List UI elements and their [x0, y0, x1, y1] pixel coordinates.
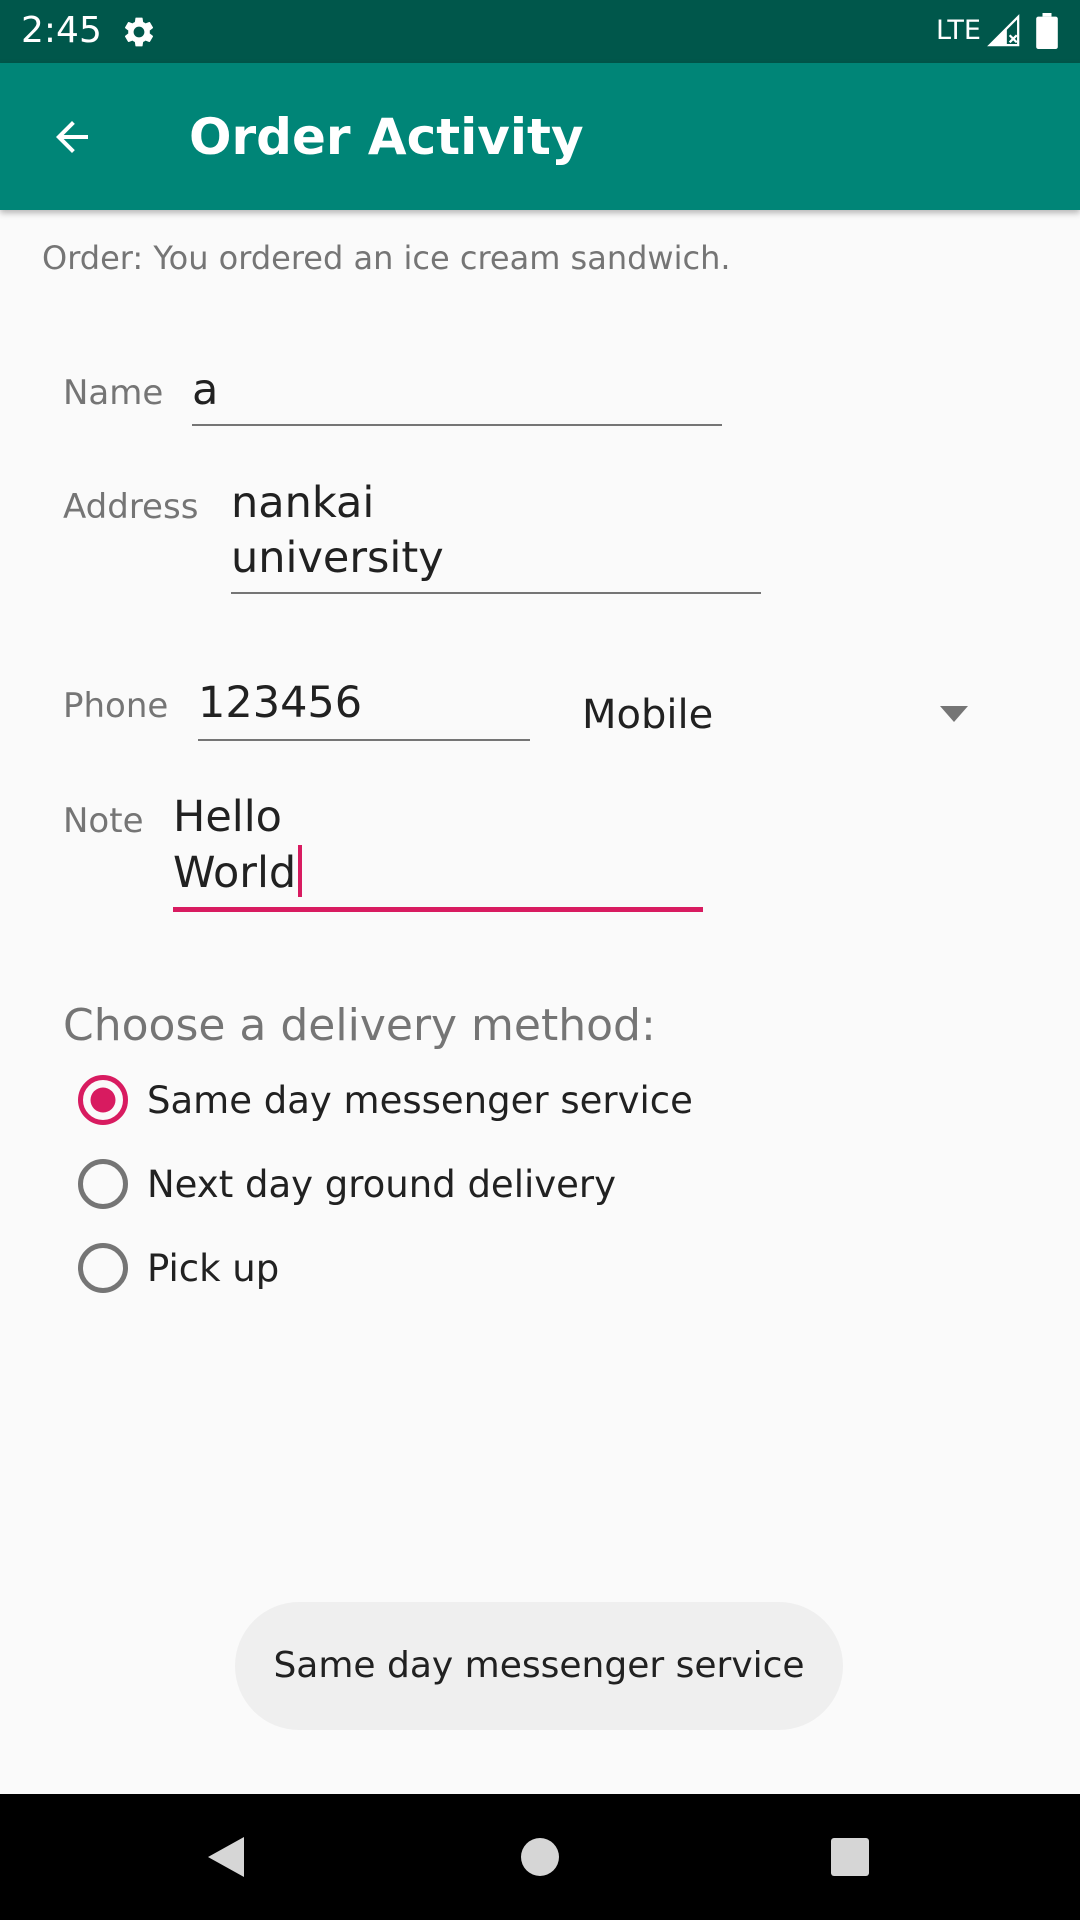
name-label: Name — [63, 373, 164, 413]
radio-unselected-icon[interactable] — [78, 1243, 128, 1293]
app-bar: Order Activity — [0, 63, 1080, 210]
battery-icon — [1036, 13, 1058, 49]
radio-selected-icon[interactable] — [78, 1075, 128, 1125]
phone-type-value[interactable]: Mobile — [582, 690, 713, 740]
note-underline — [173, 907, 703, 912]
signal-icon — [987, 14, 1020, 47]
address-underline — [231, 592, 761, 594]
phone-label: Phone — [63, 686, 169, 726]
back-button[interactable] — [36, 107, 108, 167]
phone-value[interactable]: 123456 — [198, 676, 362, 731]
page-title: Order Activity — [189, 108, 584, 166]
radio-label-same-day[interactable]: Same day messenger service — [147, 1078, 693, 1124]
name-value[interactable]: a — [192, 363, 218, 418]
toast-message: Same day messenger service — [273, 1645, 805, 1686]
note-text: Hello World — [173, 792, 297, 898]
status-bar: 2:45 LTE — [0, 0, 1080, 63]
phone-underline — [198, 739, 530, 741]
recents-square-icon[interactable] — [820, 1827, 880, 1887]
order-message: Order: You ordered an ice cream sandwich… — [42, 239, 731, 277]
toast: Same day messenger service — [235, 1602, 843, 1730]
back-triangle-icon[interactable] — [196, 1827, 256, 1887]
radio-label-next-day[interactable]: Next day ground delivery — [147, 1162, 616, 1208]
network-type-label: LTE — [936, 15, 981, 46]
home-circle-icon[interactable] — [510, 1827, 570, 1887]
radio-option-same-day[interactable]: Same day messenger service — [76, 1070, 776, 1130]
radio-option-next-day[interactable]: Next day ground delivery — [76, 1154, 776, 1214]
radio-option-pick-up[interactable]: Pick up — [76, 1238, 776, 1298]
arrow-back-icon — [56, 121, 88, 153]
note-value[interactable]: Hello World — [173, 790, 303, 901]
settings-gear-icon — [124, 17, 154, 47]
radio-unselected-icon[interactable] — [78, 1159, 128, 1209]
dropdown-arrow-icon[interactable] — [940, 706, 968, 722]
status-time: 2:45 — [21, 10, 102, 51]
navigation-bar — [0, 1794, 1080, 1920]
delivery-heading: Choose a delivery method: — [63, 1000, 656, 1051]
radio-label-pick-up[interactable]: Pick up — [147, 1246, 279, 1292]
address-label: Address — [63, 487, 199, 527]
text-cursor — [298, 845, 303, 897]
note-label: Note — [63, 801, 144, 841]
address-value[interactable]: nankai university — [231, 476, 444, 586]
name-underline — [192, 424, 722, 426]
